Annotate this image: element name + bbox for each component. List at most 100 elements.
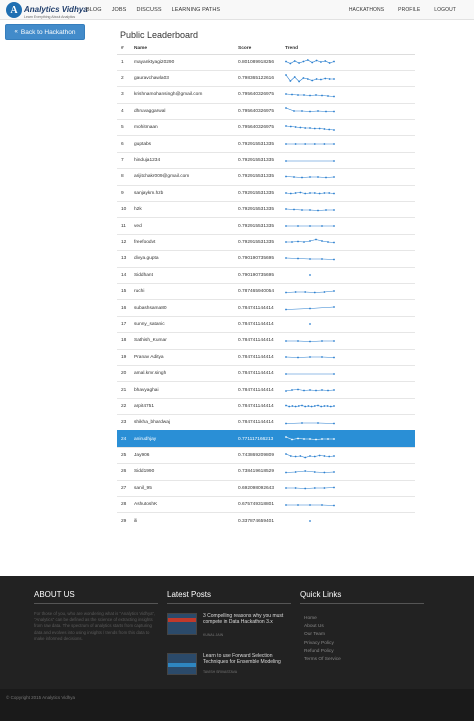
brand-logo[interactable]: A Analytics Vidhya Learn Everything Abou… — [6, 1, 88, 19]
nav-logout[interactable]: LOGOUT — [434, 7, 456, 13]
rank-cell: 24 — [117, 430, 130, 448]
trend-point — [297, 241, 299, 243]
back-to-hackathon-button[interactable]: « Back to Hackathon — [5, 24, 85, 40]
post-thumbnail — [167, 653, 197, 675]
trend-point — [309, 176, 311, 178]
name-cell: AshutoshK — [130, 496, 234, 513]
trend-point — [328, 77, 331, 80]
rank-cell: 11 — [117, 217, 130, 235]
rank-cell: 29 — [117, 512, 130, 530]
rank-cell: 4 — [117, 102, 130, 120]
link-terms-of-service[interactable]: Terms Of Service — [304, 656, 341, 664]
trend-point — [289, 125, 292, 128]
trend-point — [293, 110, 295, 113]
score-cell: 0.784741144414 — [234, 299, 281, 317]
rank-cell: 25 — [117, 446, 130, 464]
trend-sparkline — [285, 306, 335, 311]
trend-point — [313, 487, 316, 490]
trend-point — [302, 60, 305, 63]
link-about-us[interactable]: About Us — [304, 623, 341, 631]
trend-point — [304, 456, 307, 458]
trend-sparkline — [285, 404, 335, 408]
trend-sparkline — [285, 73, 335, 82]
about-text: For those of you, who are wondering what… — [34, 611, 156, 641]
trend-point — [289, 192, 292, 195]
rank-cell: 22 — [117, 397, 130, 415]
trend-cell — [281, 201, 415, 218]
trend-point — [285, 175, 287, 178]
trend-point — [328, 62, 331, 65]
nav-blog[interactable]: BLOG — [86, 7, 102, 13]
score-cell: 0.784741144414 — [234, 348, 281, 366]
post-title[interactable]: Learn to use Forward Selection Technique… — [203, 653, 291, 665]
trend-sparkline — [285, 59, 335, 65]
post-item[interactable]: Learn to use Forward Selection Technique… — [167, 653, 291, 681]
name-cell: amal.kmr.singh — [130, 364, 234, 382]
trend-cell — [281, 151, 415, 169]
trend-sparkline — [285, 239, 335, 244]
trend-point — [306, 77, 309, 80]
nav-learning-paths[interactable]: LEARNING PATHS — [172, 7, 221, 13]
trend-cell — [281, 299, 415, 317]
trend-cell — [281, 69, 415, 87]
score-cell: 0.792915531335 — [234, 233, 281, 251]
trend-point — [297, 225, 299, 227]
trend-cell — [281, 414, 415, 431]
link-privacy-policy[interactable]: Privacy Policy — [304, 640, 341, 648]
rank-cell: 8 — [117, 168, 130, 186]
trend-point — [309, 454, 311, 457]
post-title[interactable]: 3 Compelling reasons why you must compet… — [203, 613, 291, 625]
trend-point — [306, 59, 309, 62]
name-cell: hinduja1234 — [130, 151, 234, 169]
trend-point — [324, 77, 327, 79]
post-item[interactable]: 3 Compelling reasons why you must compet… — [167, 613, 291, 641]
trend-point — [285, 192, 287, 195]
score-cell: 0.795640326975 — [234, 102, 281, 120]
trend-cell — [281, 266, 415, 284]
trend-sparkline — [285, 421, 335, 425]
trend-point — [309, 126, 311, 129]
trend-point — [321, 339, 323, 342]
latest-posts-heading: Latest Posts — [167, 590, 212, 599]
score-cell: 0.784741144414 — [234, 381, 281, 399]
trend-point — [317, 209, 319, 212]
trend-point — [303, 241, 305, 244]
trend-point — [313, 291, 316, 294]
logo-mark-icon: A — [6, 2, 22, 18]
name-cell: krishnamohansingh@gmail.com — [130, 86, 234, 104]
link-home[interactable]: Home — [304, 615, 341, 623]
name-cell: Sidd1990 — [130, 463, 234, 481]
nav-profile[interactable]: PROFILE — [398, 7, 420, 13]
trend-point — [315, 438, 317, 441]
trend-cell — [281, 446, 415, 464]
trend-point — [333, 438, 335, 441]
trend-point — [333, 504, 335, 507]
trend-point — [327, 241, 329, 244]
trend-point — [304, 143, 307, 146]
trend-point — [323, 192, 326, 195]
table-row: 7 hinduja1234 0.792915531335 — [117, 151, 415, 169]
trend-point — [291, 241, 293, 244]
about-divider — [34, 603, 158, 604]
nav-discuss[interactable]: DISCUSS — [136, 7, 161, 13]
trend-point — [291, 405, 294, 408]
user-nav: HACKATHONS PROFILE LOGOUT — [349, 0, 456, 20]
trend-point — [294, 192, 297, 195]
trend-point — [325, 208, 327, 211]
score-cell: 0.792915531335 — [234, 168, 281, 186]
nav-hackathons[interactable]: HACKATHONS — [349, 7, 384, 13]
name-cell: ili — [130, 512, 234, 530]
name-cell: sunny_satanic — [130, 315, 234, 333]
nav-jobs[interactable]: JOBS — [112, 7, 127, 13]
trend-point — [285, 207, 287, 210]
trend-point — [333, 486, 335, 489]
table-row: 26 Sidd1990 0.738419618529 — [117, 463, 415, 481]
table-row: 2 gauravchawla03 0.798365122616 — [117, 69, 415, 87]
trend-sparkline — [285, 372, 335, 375]
trend-point — [294, 487, 297, 490]
links-divider — [300, 603, 424, 604]
link-refund-policy[interactable]: Refund Policy — [304, 648, 341, 656]
trend-point — [285, 308, 287, 311]
link-our-team[interactable]: Our Team — [304, 631, 341, 639]
page-title: Public Leaderboard — [120, 30, 199, 40]
